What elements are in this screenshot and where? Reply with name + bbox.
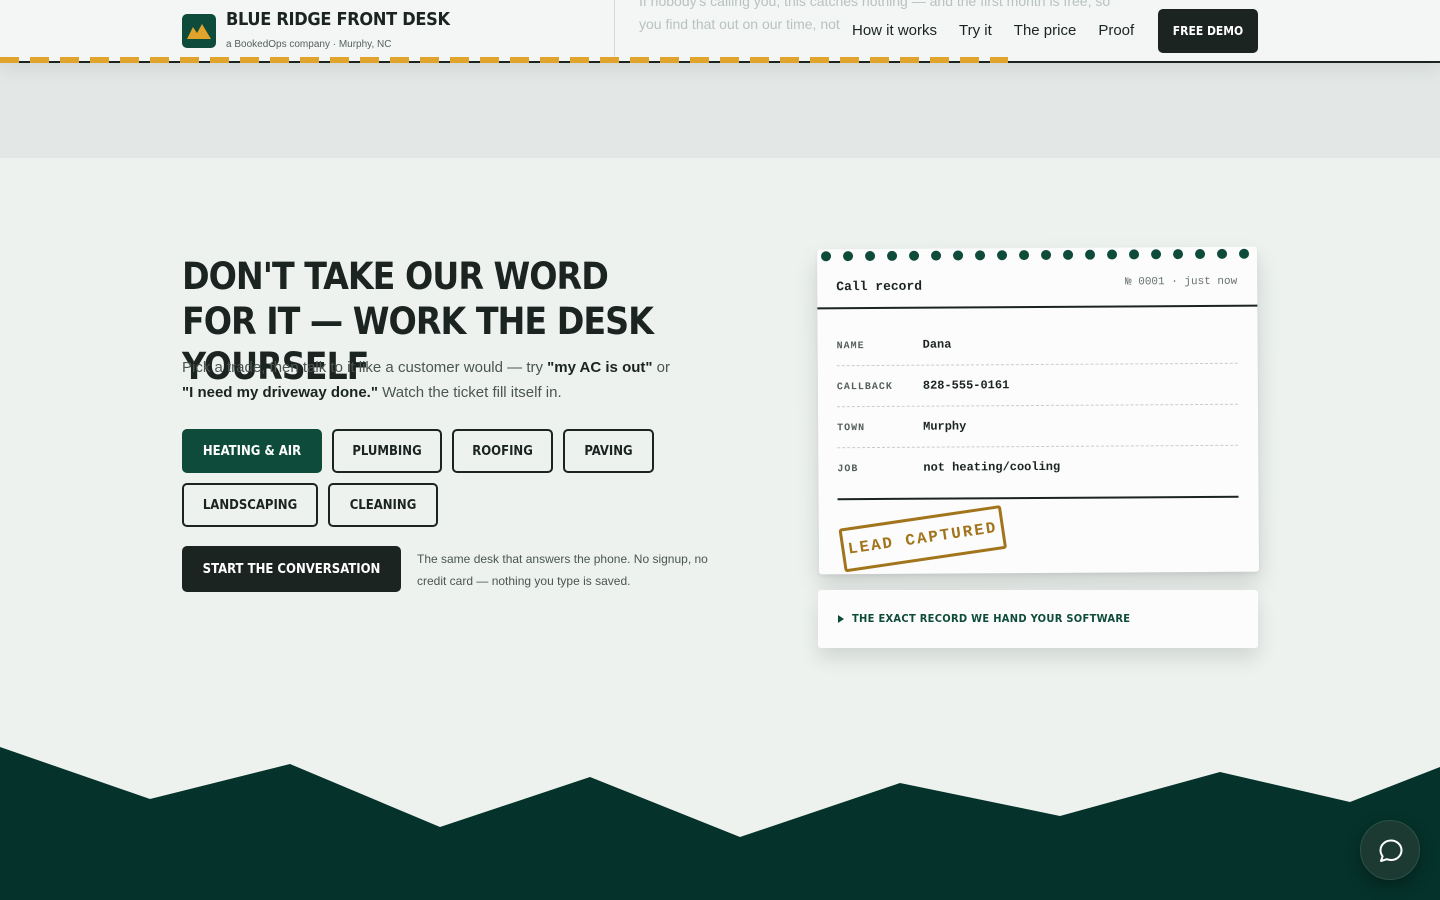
record-title: Call record: [836, 278, 923, 295]
disclosure-label: THE EXACT RECORD WE HAND YOUR SOFTWARE: [852, 612, 1131, 625]
record-value: Dana: [922, 337, 952, 352]
record-label: JOB: [837, 464, 859, 476]
record-row-name: NAME Dana: [836, 322, 1238, 367]
record-row-job: JOB not heating/cooling: [837, 446, 1238, 489]
nav-how-it-works[interactable]: How it works: [852, 22, 937, 39]
chat-launcher-button[interactable]: [1360, 820, 1420, 880]
record-label: CALLBACK: [836, 381, 893, 394]
nav-proof[interactable]: Proof: [1098, 22, 1134, 39]
hazard-stripe-divider: [0, 57, 1008, 63]
record-label: TOWN: [837, 423, 866, 435]
triangle-right-icon: [838, 615, 844, 623]
lead-captured-stamp: LEAD CAPTURED: [838, 505, 1008, 573]
trade-heating-air-button[interactable]: HEATING & AIR: [182, 429, 322, 473]
section-divider-band: [0, 63, 1440, 158]
record-meta: № 0001 · just now: [1124, 275, 1238, 289]
call-record-card: Call record № 0001 · just now NAME Dana …: [817, 246, 1259, 575]
binder-holes: [821, 248, 1253, 264]
brand-tagline: a BookedOps company · Murphy, NC: [226, 39, 392, 50]
intro-text: Pick a trade, then talk to it like a cus…: [182, 359, 548, 376]
record-rule: [817, 304, 1258, 310]
exact-record-disclosure[interactable]: THE EXACT RECORD WE HAND YOUR SOFTWARE: [818, 590, 1258, 648]
record-value: 828-555-0161: [922, 378, 1010, 393]
start-note: The same desk that answers the phone. No…: [417, 552, 708, 588]
intro-example-driveway: "I need my driveway done.": [182, 384, 378, 401]
demo-intro: Pick a trade, then talk to it like a cus…: [182, 355, 702, 405]
site-header: If nobody's calling you, this catches no…: [0, 0, 1440, 63]
trade-roofing-button[interactable]: ROOFING: [452, 429, 553, 473]
record-bottom-rule: [837, 495, 1239, 501]
trade-landscaping-button[interactable]: LANDSCAPING: [182, 483, 318, 527]
mountain-logo-icon[interactable]: [182, 14, 216, 48]
trade-plumbing-button[interactable]: PLUMBING: [332, 429, 442, 473]
record-value: not heating/cooling: [923, 459, 1061, 475]
free-demo-button[interactable]: FREE DEMO: [1158, 9, 1258, 53]
brand-name[interactable]: BLUE RIDGE FRONT DESK: [226, 9, 450, 30]
record-row-callback: CALLBACK 828-555-0161: [836, 363, 1238, 408]
record-label: NAME: [836, 341, 865, 353]
nav-the-price[interactable]: The price: [1014, 22, 1077, 39]
record-row-town: TOWN Murphy: [836, 404, 1239, 449]
mountain-silhouette: [0, 747, 1440, 900]
chat-bubble-icon: [1379, 839, 1403, 862]
start-conversation-button[interactable]: START THE CONVERSATION: [182, 546, 401, 592]
intro-text: or: [652, 359, 671, 376]
intro-text: Watch the ticket fill itself in.: [377, 384, 562, 401]
trade-paving-button[interactable]: PAVING: [563, 429, 654, 473]
record-value: Murphy: [923, 419, 967, 434]
intro-example-ac: "my AC is out": [547, 359, 653, 376]
nav-try-it[interactable]: Try it: [959, 22, 992, 39]
main-nav: How it works Try it The price Proof: [852, 22, 1134, 39]
trade-cleaning-button[interactable]: CLEANING: [328, 483, 438, 527]
